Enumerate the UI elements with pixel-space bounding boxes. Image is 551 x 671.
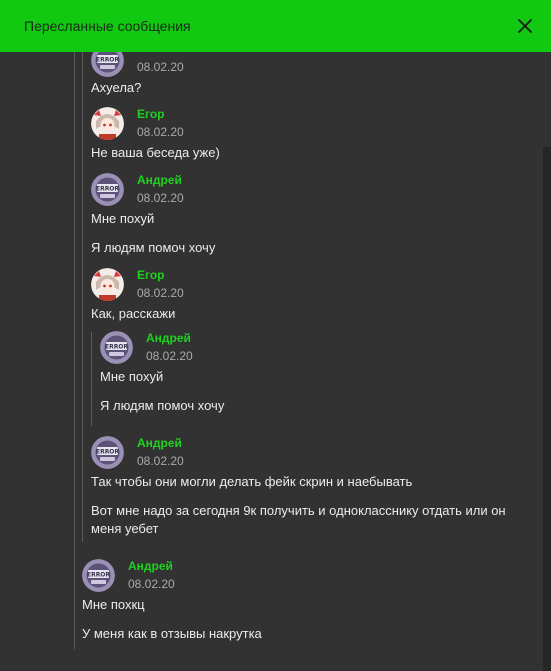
anime-girl-avatar-icon xyxy=(91,268,124,301)
message-text: Вот мне надо за сегодня 9к получить и од… xyxy=(91,503,506,536)
message-author[interactable]: Андрей xyxy=(137,436,182,450)
scrollbar-track[interactable] xyxy=(543,147,551,671)
svg-text:ERROR: ERROR xyxy=(96,57,119,64)
modal-title: Пересланные сообщения xyxy=(24,18,191,34)
message-text: Я людям помоч хочу xyxy=(91,240,216,255)
message-author[interactable]: Андрей xyxy=(137,173,182,187)
message-text: У меня как в отзывы накрутка xyxy=(82,626,262,641)
message-date: 08.02.20 xyxy=(137,191,184,205)
error-sticker-avatar-icon: ERROR xyxy=(91,436,124,469)
svg-text:ERROR: ERROR xyxy=(96,186,119,193)
message-author[interactable]: Андрей xyxy=(128,559,173,573)
message-text: Мне похуй xyxy=(100,369,164,384)
message-author[interactable]: Егор xyxy=(137,268,165,282)
anime-girl-avatar-icon xyxy=(91,107,124,140)
message-text: Мне похуй xyxy=(91,211,155,226)
avatar: ERROR xyxy=(100,331,133,364)
message-text: Не ваша беседа уже) xyxy=(91,145,220,160)
avatar xyxy=(91,268,124,301)
avatar xyxy=(91,107,124,140)
error-sticker-avatar-icon: ERROR xyxy=(100,331,133,364)
avatar: ERROR xyxy=(82,559,115,592)
modal-header: Пересланные сообщения xyxy=(0,0,551,52)
svg-text:ERROR: ERROR xyxy=(87,572,110,579)
forward-bar-level-3 xyxy=(91,332,92,426)
message-text: Так чтобы они могли делать фейк скрин и … xyxy=(91,474,413,489)
message-text: Мне похкц xyxy=(82,597,145,612)
message-author[interactable]: Егор xyxy=(137,107,165,121)
close-icon xyxy=(518,19,532,33)
svg-text:ERROR: ERROR xyxy=(105,344,128,351)
message-date: 08.02.20 xyxy=(137,125,184,139)
forward-bar-level-2 xyxy=(82,52,83,542)
forward-bar-outer xyxy=(74,52,75,649)
avatar: ERROR xyxy=(91,173,124,206)
avatar: ERROR xyxy=(91,52,124,77)
message-text: Ахуела? xyxy=(91,80,142,95)
message-date: 08.02.20 xyxy=(137,286,184,300)
message-text: Как, расскажи xyxy=(91,306,176,321)
error-sticker-avatar-icon: ERROR xyxy=(82,559,115,592)
error-sticker-avatar-icon: ERROR xyxy=(91,173,124,206)
message-text: Я людям помоч хочу xyxy=(100,398,225,413)
message-author[interactable]: Андрей xyxy=(146,331,191,345)
message-date: 08.02.20 xyxy=(128,577,175,591)
avatar: ERROR xyxy=(91,436,124,469)
message-date: 08.02.20 xyxy=(137,454,184,468)
error-sticker-avatar-icon: ERROR xyxy=(91,52,124,77)
svg-text:ERROR: ERROR xyxy=(96,449,119,456)
close-button[interactable] xyxy=(513,14,537,38)
forwarded-messages-panel: ERROR 08.02.20 Ахуела? Егор 08.02.20 Не … xyxy=(0,52,551,671)
message-date: 08.02.20 xyxy=(137,60,184,74)
message-date: 08.02.20 xyxy=(146,349,193,363)
